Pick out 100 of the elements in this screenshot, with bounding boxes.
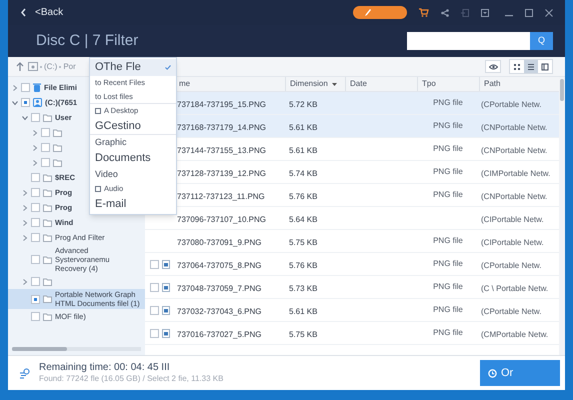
checkbox[interactable]: [150, 306, 159, 314]
checkbox[interactable]: [21, 98, 30, 107]
chevron-down-icon[interactable]: [22, 114, 28, 120]
file-type: PNG file: [433, 281, 463, 293]
folder-icon: [43, 295, 52, 303]
chevron-right-icon[interactable]: [22, 204, 28, 210]
view-toggle[interactable]: [524, 60, 538, 73]
close-icon[interactable]: [545, 8, 553, 16]
checkbox[interactable]: [31, 218, 40, 227]
chevron-right-icon[interactable]: [22, 234, 28, 240]
file-type: PNG file: [433, 304, 463, 316]
pencil-icon: [365, 9, 371, 16]
chevron-down-icon[interactable]: [12, 100, 18, 106]
panel-view-icon: [541, 62, 549, 70]
file-path: (CPortable Netw.: [481, 100, 542, 109]
checkbox[interactable]: [150, 328, 159, 338]
image-file-icon: [162, 306, 170, 314]
found-summary: Found: 77242 fle (16.05 GB) / Select 2 fie, 11.33 KB: [39, 374, 224, 384]
file-size: 5.61 KB: [289, 146, 318, 155]
eye-icon: [488, 64, 498, 70]
column-header[interactable]: Path: [484, 78, 500, 90]
share-icon[interactable]: [441, 8, 449, 16]
checkbox[interactable]: [31, 255, 40, 264]
file-type: PNG file: [433, 166, 463, 178]
file-name: 737184-737195_15.PNG: [177, 100, 266, 109]
menu-item[interactable]: Graphic: [90, 135, 176, 150]
up-arrow-icon[interactable]: [16, 62, 24, 71]
chevron-right-icon[interactable]: [32, 144, 38, 150]
checkbox[interactable]: [41, 143, 50, 152]
checkbox[interactable]: [31, 294, 40, 304]
column-header[interactable]: Date: [350, 78, 367, 90]
image-file-icon: [162, 328, 170, 338]
column-header[interactable]: Tpo: [422, 78, 436, 90]
file-name: 737128-737139_12.PNG: [177, 169, 266, 178]
file-name: 737016-737027_5.PNG: [177, 330, 262, 339]
login-icon[interactable]: [461, 8, 469, 16]
file-path: (CNPortable Netw.: [481, 192, 548, 201]
column-header[interactable]: me: [179, 78, 190, 90]
user-drive-icon: [33, 98, 42, 107]
chevron-right-icon[interactable]: [22, 190, 28, 196]
view-toggle[interactable]: [538, 60, 552, 73]
menu-item[interactable]: GCestino: [90, 118, 176, 135]
checkbox[interactable]: [31, 233, 40, 242]
separator-dot-icon: [40, 66, 42, 68]
file-type: PNG file: [433, 189, 463, 201]
menu-item[interactable]: Video: [90, 167, 176, 182]
horizontal-scrollbar[interactable]: [12, 347, 141, 351]
checkbox[interactable]: [41, 128, 50, 137]
checkbox[interactable]: [31, 173, 40, 182]
maximize-icon[interactable]: [525, 8, 533, 16]
file-path: (C \ Portable Netw.: [481, 284, 548, 293]
menu-item[interactable]: Documents: [90, 150, 176, 167]
checkmark-icon: [165, 65, 171, 70]
recover-button[interactable]: Or: [480, 360, 560, 386]
chevron-right-icon[interactable]: [32, 130, 38, 136]
file-size: 5.76 KB: [289, 261, 318, 270]
file-size: 5.72 KB: [289, 100, 318, 109]
file-name: 737080-737091_9.PNG: [177, 238, 262, 247]
search-field[interactable]: [407, 32, 530, 50]
file-size: 5.75 KB: [289, 238, 318, 247]
minimize-icon[interactable]: [505, 14, 513, 16]
file-path: (CNPortable Netw.: [481, 146, 548, 155]
checkbox[interactable]: [41, 158, 50, 167]
file-size: 5.75 KB: [289, 330, 318, 339]
chevron-right-icon[interactable]: [12, 84, 18, 90]
checkbox[interactable]: [31, 203, 40, 212]
folder-icon: [43, 278, 52, 286]
chevron-right-icon[interactable]: [22, 220, 28, 226]
drive-icon[interactable]: [28, 62, 38, 71]
file-type: PNG file: [433, 120, 463, 132]
file-type: PNG file: [433, 97, 463, 109]
chevron-right-icon[interactable]: [22, 278, 28, 284]
chevron-right-icon[interactable]: [32, 160, 38, 166]
vertical-scrollbar[interactable]: [559, 77, 565, 355]
file-path: (CIMPortable Netw.: [481, 169, 550, 178]
checkbox[interactable]: [31, 113, 40, 122]
checkbox[interactable]: [31, 312, 40, 321]
checkbox[interactable]: [31, 188, 40, 197]
view-toggle[interactable]: [510, 60, 524, 73]
sort-caret-icon[interactable]: [332, 82, 337, 86]
cart-icon[interactable]: [419, 8, 429, 17]
image-file-icon: [162, 260, 170, 268]
file-name: 737112-737123_11.PNG: [177, 192, 265, 201]
checkbox[interactable]: [150, 282, 159, 292]
checkbox[interactable]: [150, 260, 159, 268]
edit-button[interactable]: [353, 6, 407, 19]
column-header[interactable]: Dimension: [290, 78, 328, 90]
file-size: 5.61 KB: [289, 123, 318, 132]
back-icon[interactable]: [20, 8, 27, 17]
dropdown-icon[interactable]: [481, 8, 489, 16]
back-link[interactable]: <Back: [35, 5, 64, 20]
separator-dot-icon: [59, 66, 62, 68]
preview-button[interactable]: [485, 60, 501, 73]
file-type: PNG file: [433, 258, 463, 270]
checkbox[interactable]: [31, 277, 40, 286]
file-name: 737144-737155_13.PNG: [177, 146, 266, 155]
menu-item[interactable]: E-mail: [90, 196, 176, 213]
page-title: Disc C | 7 Filter: [36, 30, 138, 51]
menu-item[interactable]: OThe Fle: [90, 59, 176, 76]
checkbox[interactable]: [21, 83, 30, 92]
